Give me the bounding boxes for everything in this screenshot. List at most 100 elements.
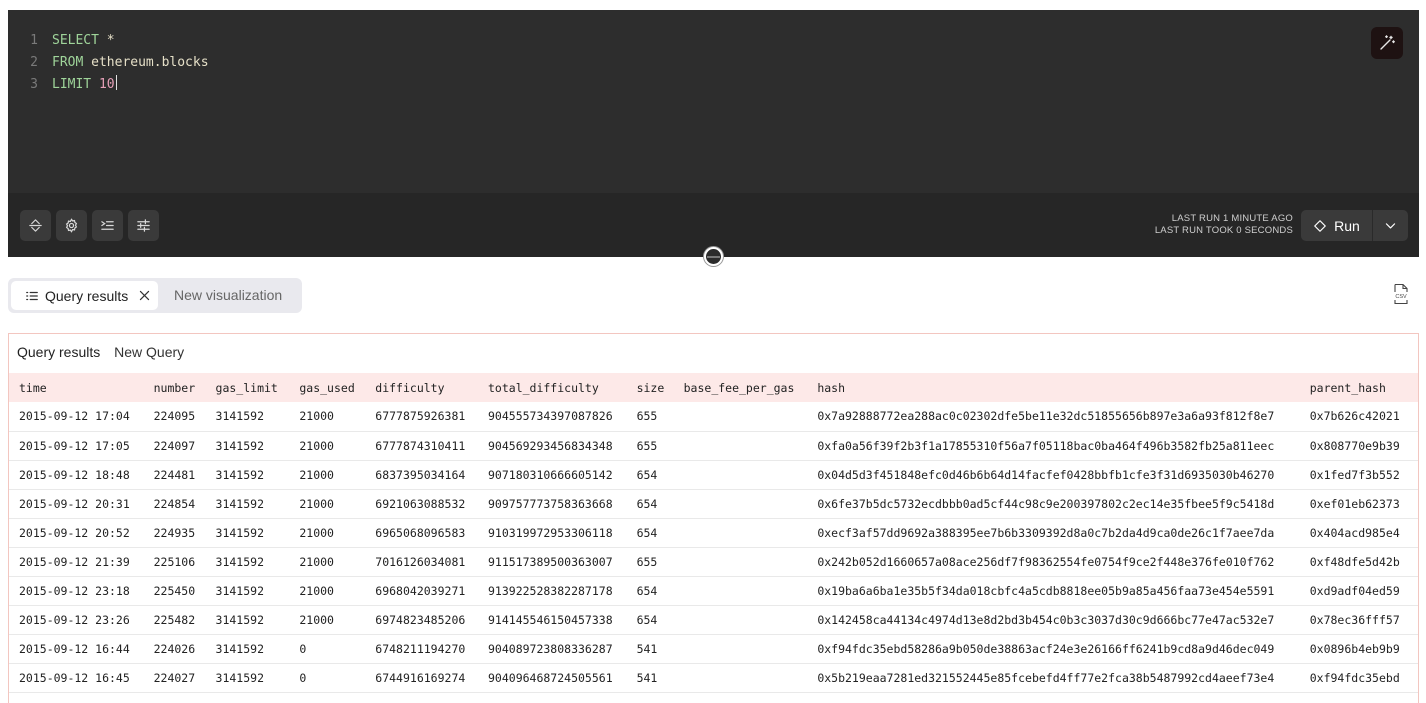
- code-token: SELECT: [52, 33, 99, 48]
- cell-size: 655: [636, 438, 658, 453]
- column-header-total-difficulty[interactable]: total_difficulty: [478, 373, 627, 402]
- cell-parent-hash: 0xf94fdc35ebd: [1309, 670, 1400, 685]
- cell-gas-used: 21000: [299, 612, 334, 627]
- column-header-gas-used[interactable]: gas_used: [289, 373, 365, 402]
- cell-gas-used: 0: [299, 670, 307, 685]
- cell-size: 655: [636, 554, 658, 569]
- result-tabs: Query results New visualization: [8, 278, 302, 313]
- cell-gas-used: 21000: [299, 438, 334, 453]
- cell-gas-limit: 3141592: [215, 641, 264, 656]
- format-query-button[interactable]: [92, 210, 123, 241]
- cell-gas-limit: 3141592: [215, 554, 264, 569]
- cell-gas-used: 21000: [299, 496, 334, 511]
- cell-difficulty: 6748211194270: [375, 641, 466, 656]
- cell-parent-hash: 0xd9adf04ed59: [1309, 583, 1400, 598]
- table-row: 2015-09-12 16:44 224026 3141592 0 6748211194…: [9, 634, 1418, 663]
- sql-editor: 1 SELECT * 2 FROM ethereum.blocks 3 LIMIT 10: [8, 10, 1419, 257]
- cell-difficulty: 6974823485206: [375, 612, 466, 627]
- cell-size: 654: [636, 496, 658, 511]
- cell-base-fee-per-gas: [674, 489, 808, 518]
- code-token: ethereum.blocks: [83, 55, 209, 70]
- line-number: 1: [30, 33, 38, 48]
- cell-size: 541: [636, 641, 658, 656]
- cell-hash: 0xecf3af57dd9692a388395ee7b6b3309392d8a0…: [817, 525, 1275, 540]
- run-options-dropdown[interactable]: [1373, 210, 1408, 241]
- cell-hash: 0x7a92888772ea288ac0c02302dfe5be11e32dc5…: [817, 409, 1275, 424]
- cell-hash: 0x19ba6a6ba1e35b5f34da018cbfc4a5cdb8818e…: [817, 583, 1275, 598]
- cell-total-difficulty: 904096468724505561: [488, 670, 613, 685]
- results-panel: Query results New Query time number gas_li…: [8, 333, 1419, 703]
- code-token: *: [98, 33, 115, 48]
- collapse-editor-button[interactable]: [20, 210, 51, 241]
- cell-number: 224481: [153, 467, 196, 482]
- cell-number: 224026: [153, 641, 196, 656]
- cell-hash: 0x142458ca44134c4974d13e8d2bd3b454c0b3c3…: [817, 612, 1275, 627]
- column-header-parent-hash[interactable]: parent_hash: [1300, 373, 1418, 402]
- magic-wand-icon: [1380, 35, 1395, 50]
- table-row: 2015-09-12 20:31 224854 3141592 21000 692106…: [9, 489, 1418, 518]
- line-code: LIMIT 10: [52, 74, 117, 96]
- tab-new-visualization[interactable]: New visualization: [174, 278, 282, 313]
- cell-base-fee-per-gas: [674, 634, 808, 663]
- cell-total-difficulty: 911517389500363007: [488, 554, 613, 569]
- cell-hash: 0x5b219eaa7281ed321552445e85fcebefd4ff77…: [817, 670, 1275, 685]
- cell-gas-limit: 3141592: [215, 583, 264, 598]
- table-row: 2015-09-12 23:26 225482 3141592 21000 697482…: [9, 605, 1418, 634]
- cell-difficulty: 6744916169274: [375, 670, 466, 685]
- cell-number: 225106: [153, 554, 196, 569]
- settings-button[interactable]: [56, 210, 87, 241]
- column-header-number[interactable]: number: [144, 373, 206, 402]
- parameters-button[interactable]: [128, 210, 159, 241]
- cell-gas-used: 21000: [299, 554, 334, 569]
- table-row: 2015-09-12 16:45 224027 3141592 0 6744916169…: [9, 663, 1418, 692]
- sliders-icon: [137, 219, 150, 232]
- cell-parent-hash: 0x7b626c42021: [1309, 409, 1400, 424]
- close-icon[interactable]: [138, 289, 151, 302]
- cell-total-difficulty: 904555734397087826: [488, 409, 613, 424]
- cell-number: 224854: [153, 496, 196, 511]
- cell-gas-used: 21000: [299, 525, 334, 540]
- tab-query-results[interactable]: Query results: [11, 281, 158, 310]
- run-button[interactable]: Run: [1301, 210, 1373, 241]
- cell-parent-hash: 0x0896b4eb9b9: [1309, 641, 1400, 656]
- column-header-difficulty[interactable]: difficulty: [365, 373, 478, 402]
- editor-resize-handle[interactable]: [704, 247, 723, 266]
- cell-difficulty: 6921063088532: [375, 496, 466, 511]
- cell-base-fee-per-gas: [674, 547, 808, 576]
- cell-gas-limit: 3141592: [215, 670, 264, 685]
- cell-difficulty: 6777875926381: [375, 409, 466, 424]
- last-run-text: LAST RUN 1 MINUTE AGO: [1171, 213, 1293, 224]
- cell-base-fee-per-gas: [674, 402, 808, 431]
- collapse-icon: [29, 219, 42, 232]
- cell-total-difficulty: 907180310666605142: [488, 467, 613, 482]
- cell-base-fee-per-gas: [674, 605, 808, 634]
- download-csv-button[interactable]: CSV: [1392, 283, 1410, 305]
- column-header-hash[interactable]: hash: [807, 373, 1299, 402]
- cell-time: 2015-09-12 17:05: [19, 438, 130, 453]
- cell-time: 2015-09-12 21:39: [19, 554, 130, 569]
- table-header-row: time number gas_limit gas_used difficulty tot…: [9, 373, 1418, 402]
- cell-hash: 0x04d5d3f451848efc0d46b6b64d14facfef0428…: [817, 467, 1275, 482]
- cell-hash: 0x242b052d1660657a08ace256df7f98362554fe…: [817, 554, 1275, 569]
- cell-difficulty: 6777874310411: [375, 438, 466, 453]
- cell-gas-used: 0: [299, 641, 307, 656]
- cell-time: 2015-09-12 20:52: [19, 525, 130, 540]
- cell-number: 224935: [153, 525, 196, 540]
- cell-hash: 0xfa0a56f39f2b3f1a17855310f56a7f05118bac…: [817, 438, 1275, 453]
- code-token: FROM: [52, 55, 84, 70]
- cell-time: 2015-09-12 16:45: [19, 670, 130, 685]
- column-header-size[interactable]: size: [627, 373, 674, 402]
- code-area[interactable]: 1 SELECT * 2 FROM ethereum.blocks 3 LIMIT 10: [8, 10, 1419, 193]
- cell-gas-used: 21000: [299, 467, 334, 482]
- column-header-base-fee-per-gas[interactable]: base_fee_per_gas: [674, 373, 808, 402]
- column-header-time[interactable]: time: [9, 373, 144, 402]
- magic-wand-button[interactable]: [1371, 27, 1403, 59]
- svg-text:CSV: CSV: [1395, 294, 1407, 300]
- column-header-gas-limit[interactable]: gas_limit: [206, 373, 290, 402]
- cell-gas-used: 21000: [299, 409, 334, 424]
- run-label: Run: [1334, 217, 1360, 234]
- indent-icon: [101, 221, 114, 230]
- cell-hash: 0xf94fdc35ebd58286a9b050de38863acf24e3e2…: [817, 641, 1275, 656]
- cell-number: 225482: [153, 612, 196, 627]
- cell-time: 2015-09-12 23:18: [19, 583, 130, 598]
